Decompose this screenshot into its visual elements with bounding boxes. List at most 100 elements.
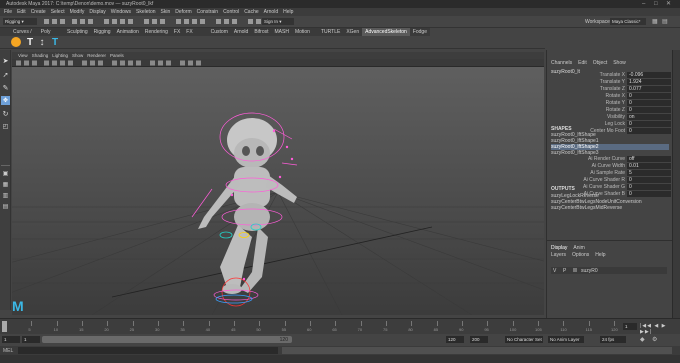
attr-value[interactable]: 0 [627, 128, 671, 134]
vp-menu-show[interactable]: Show [72, 52, 83, 59]
3d-viewport[interactable]: M [12, 67, 544, 315]
shelf-tab-sculpting[interactable]: Sculpting [64, 28, 91, 36]
single-view-icon[interactable]: ▣ [1, 170, 10, 177]
attr-value[interactable]: 0 [627, 184, 671, 190]
attr-value[interactable]: 0 [627, 93, 671, 99]
cb-menu-show[interactable]: Show [613, 60, 626, 66]
cb-menu-edit[interactable]: Edit [578, 60, 587, 66]
shelf-tab-curves[interactable]: Curves / Surfaces [10, 28, 38, 43]
menu-arnold[interactable]: Arnold [264, 8, 278, 16]
advancedskeleton-icon[interactable] [11, 37, 21, 47]
attr-rotate-z[interactable]: Rotate Z0 [547, 107, 671, 114]
menu-help[interactable]: Help [283, 8, 293, 16]
shelf-tab-rigging[interactable]: Rigging [91, 28, 114, 36]
shelf-tab-animation[interactable]: Animation [114, 28, 142, 36]
command-input[interactable] [18, 347, 278, 354]
vp-menu-lighting[interactable]: Lighting [52, 52, 68, 59]
playback-start-field[interactable]: 1 [22, 336, 40, 343]
character-set-dropdown[interactable]: No Character Set [505, 336, 543, 343]
layer-tab-display[interactable]: Display [551, 245, 567, 251]
auto-key-icon[interactable]: ◆ [640, 336, 645, 343]
attr-value[interactable]: off [627, 156, 671, 162]
menu-skin[interactable]: Skin [161, 8, 171, 16]
shelf-tab-mash[interactable]: MASH [272, 28, 292, 36]
attr-value[interactable]: on [627, 114, 671, 120]
shelf-tab-motion-graphics[interactable]: Motion Graphics [292, 28, 318, 43]
shelf-tab-custom[interactable]: Custom [208, 28, 231, 36]
attr-ai-curve-width[interactable]: Ai Curve Width 0.01 [547, 163, 671, 170]
biped-template-icon[interactable]: T [25, 36, 35, 48]
attribute-editor-icon[interactable]: ▤ [662, 18, 668, 25]
viewport-toolbar-icons[interactable] [12, 59, 544, 67]
layer-name[interactable]: suzyR0 [581, 268, 598, 274]
maximize-icon[interactable]: □ [654, 0, 658, 8]
fps-dropdown[interactable]: 24 fps [600, 336, 626, 343]
vp-menu-panels[interactable]: Panels [110, 52, 124, 59]
layer-playback-toggle[interactable]: P [563, 268, 566, 274]
shelf-tab-poly[interactable]: Poly Modeling [38, 28, 64, 43]
menu-edit[interactable]: Edit [17, 8, 26, 16]
menu-deform[interactable]: Deform [175, 8, 191, 16]
anim-layer-dropdown[interactable]: No Anim Layer [548, 336, 584, 343]
shelf-tab-bifrost[interactable]: Bifrost [251, 28, 271, 36]
menu-display[interactable]: Display [89, 8, 105, 16]
cb-menu-channels[interactable]: Channels [551, 60, 572, 66]
attr-translate-x[interactable]: Translate X -0.096 [547, 72, 671, 79]
rotate-tool-icon[interactable]: ↻ [1, 109, 10, 118]
menu-create[interactable]: Create [31, 8, 46, 16]
select-tool-icon[interactable]: ➤ [1, 56, 10, 65]
close-icon[interactable]: ✕ [666, 0, 671, 8]
attr-ai-shader-r[interactable]: Ai Curve Shader R0 [547, 177, 671, 184]
sign-in-button[interactable]: Sign In ▾ [262, 18, 294, 25]
attr-translate-y[interactable]: Translate Y 1.924 [547, 79, 671, 86]
menu-windows[interactable]: Windows [111, 8, 131, 16]
menu-set-dropdown[interactable]: Rigging ▾ [3, 18, 37, 25]
menu-cache[interactable]: Cache [244, 8, 258, 16]
attr-value[interactable]: 0 [627, 100, 671, 106]
toolsettings-icon[interactable]: ▦ [652, 18, 658, 25]
layer-color-swatch[interactable] [573, 268, 577, 272]
four-view-icon[interactable]: ▦ [1, 181, 10, 188]
build-rig-icon[interactable]: T [50, 36, 60, 48]
cb-menu-object[interactable]: Object [593, 60, 607, 66]
vp-menu-shading[interactable]: Shading [32, 52, 49, 59]
scale-tool-icon[interactable]: ◰ [1, 122, 10, 131]
attr-ai-sample-rate[interactable]: Ai Sample Rate 5 [547, 170, 671, 177]
time-slider[interactable]: 5 10 15 20 25 30 35 40 45 50 55 60 65 70 75 80 85 90 95 100… [0, 318, 680, 335]
layer-row[interactable]: V P suzyR0 [551, 267, 667, 274]
range-bar[interactable]: 120 [42, 336, 292, 343]
layer-menu-layers[interactable]: Layers [551, 252, 566, 258]
layer-tab-anim[interactable]: Anim [573, 245, 584, 251]
attr-value[interactable]: 0.01 [627, 163, 671, 169]
layer-menu-help[interactable]: Help [595, 252, 605, 258]
attr-value[interactable]: 0 [627, 121, 671, 127]
lasso-tool-icon[interactable]: ➚ [1, 70, 10, 79]
workspace-dropdown[interactable]: Maya Classic* [610, 18, 646, 25]
layout-icon[interactable]: ▥ [1, 192, 10, 199]
preferences-icon[interactable]: ⚙ [652, 336, 657, 343]
attr-value[interactable]: 5 [627, 170, 671, 176]
shelf-tab-fodge[interactable]: Fodge [410, 28, 430, 36]
move-tool-icon[interactable]: ✥ [1, 96, 10, 105]
menu-modify[interactable]: Modify [70, 8, 85, 16]
menu-select[interactable]: Select [51, 8, 65, 16]
anim-start-field[interactable]: 1 [2, 336, 20, 343]
shelf-tab-turtle[interactable]: TURTLE [318, 28, 343, 36]
attr-value[interactable]: 0.077 [627, 86, 671, 92]
shelf-tab-fx[interactable]: FX [171, 28, 183, 36]
playback-end-field[interactable]: 120 [446, 336, 464, 343]
fit-skeleton-icon[interactable]: ↕ [37, 36, 47, 48]
attr-value[interactable]: 0 [627, 177, 671, 183]
shelf-tab-rendering[interactable]: Rendering [142, 28, 171, 36]
status-toolbar-icons[interactable] [44, 18, 344, 26]
attr-ai-render-curve[interactable]: Ai Render Curve off [547, 156, 671, 163]
current-frame-field[interactable]: 1 [623, 323, 637, 330]
attr-value[interactable]: 1.924 [627, 79, 671, 85]
minimize-icon[interactable]: – [642, 0, 645, 8]
anim-end-field[interactable]: 200 [470, 336, 488, 343]
attribute-editor-tab-strip[interactable] [672, 50, 680, 318]
menu-control[interactable]: Control [223, 8, 239, 16]
attr-value[interactable]: 0 [627, 107, 671, 113]
shelf-tab-arnold[interactable]: Arnold [231, 28, 251, 36]
vp-menu-renderer[interactable]: Renderer [87, 52, 106, 59]
